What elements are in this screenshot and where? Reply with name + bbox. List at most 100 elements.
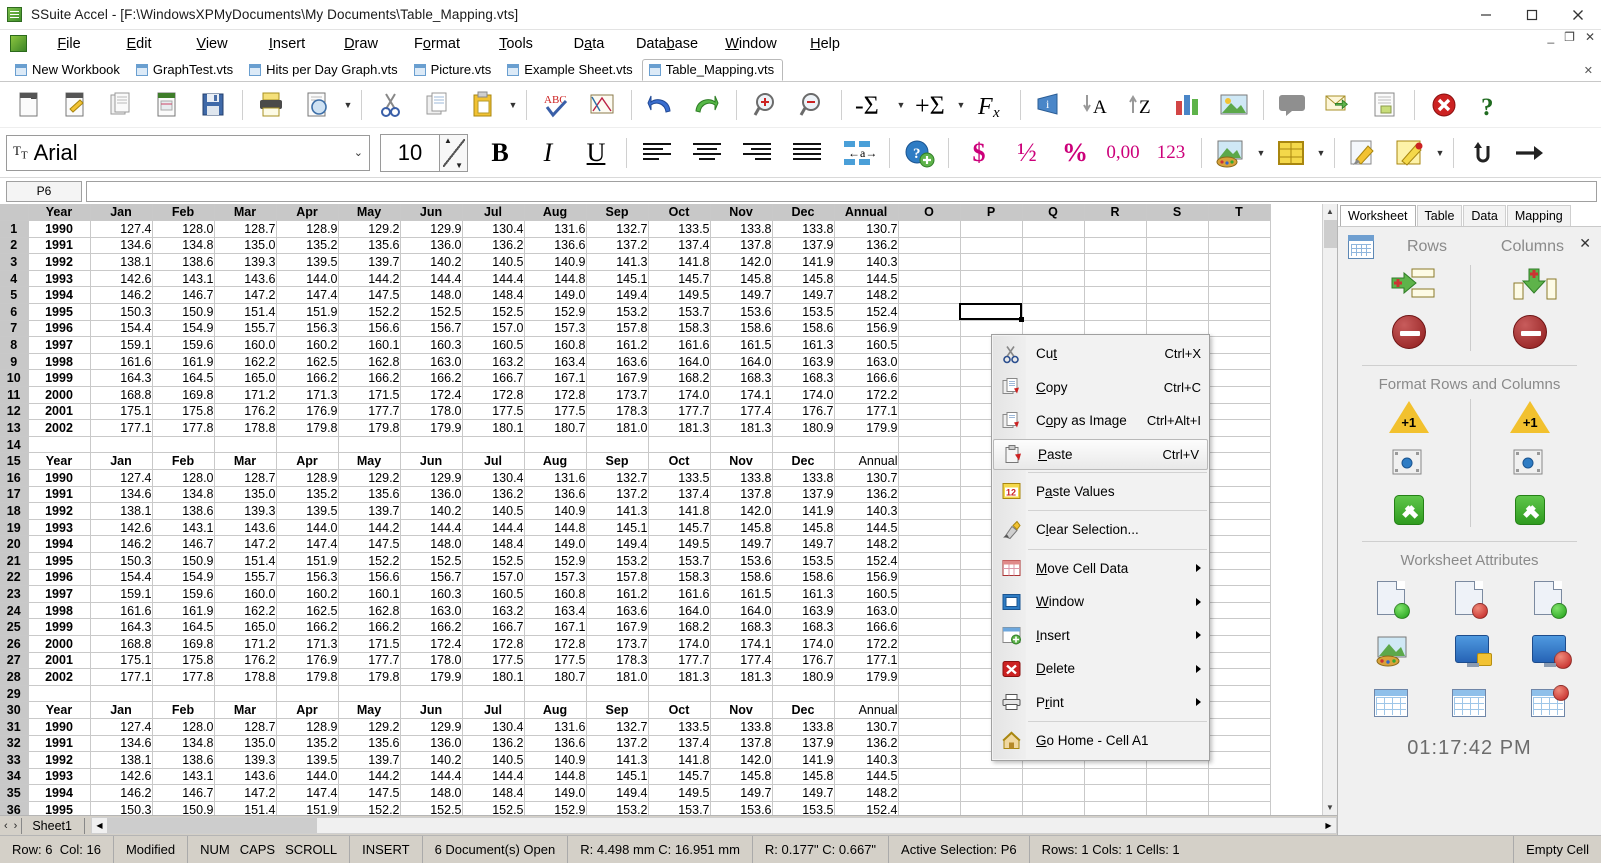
grid-cell-month[interactable]: 144.4 [400,270,463,288]
grid-cell-empty[interactable] [1208,353,1271,371]
grid-cell-month[interactable]: 147.4 [276,784,339,802]
grid-cell-month[interactable]: 133.8 [710,220,773,238]
column-header-oct[interactable]: Oct [648,204,711,222]
fill-color-dropdown-icon[interactable]: ▼ [1254,132,1268,174]
grid-cell-header[interactable]: Jun [400,452,463,470]
row-header-30[interactable]: 30 [0,701,29,719]
grid-cell-month[interactable]: 171.3 [276,635,339,653]
grid-cell-month[interactable]: 138.1 [90,751,153,769]
row-header-4[interactable]: 4 [0,270,29,288]
grid-cell-month[interactable]: 166.2 [338,618,401,636]
grid-cell-month[interactable]: 141.9 [772,751,835,769]
grid-cell-month[interactable]: 172.8 [462,635,525,653]
grid-cell-month[interactable]: 181.3 [710,419,773,437]
grid-cell-month[interactable]: 135.2 [276,735,339,753]
grid-cell-month[interactable]: 154.9 [152,569,215,587]
grid-cell-month[interactable]: 139.3 [214,751,277,769]
grid-cell-month[interactable]: 156.6 [338,320,401,338]
grid-cell-month[interactable]: 181.3 [648,419,711,437]
grid-cell-month[interactable]: 132.7 [586,718,649,736]
grid-cell-month[interactable]: 179.8 [338,668,401,686]
grid-cell-header[interactable]: Jul [462,452,525,470]
grid-cell-empty[interactable] [1084,220,1147,238]
grid-cell-month[interactable]: 180.7 [524,668,587,686]
grid-cell-month[interactable]: 131.6 [524,220,587,238]
grid-cell-month[interactable]: 129.2 [338,718,401,736]
grid-cell-empty[interactable] [960,768,1023,786]
row-header-21[interactable]: 21 [0,552,29,570]
grid-cell-empty[interactable] [898,652,961,670]
grid-cell-year[interactable]: 1991 [28,735,91,753]
row-header-28[interactable]: 28 [0,668,29,686]
grid-cell-empty[interactable] [898,353,961,371]
grid-cell-month[interactable]: 134.6 [90,237,153,255]
grid-cell-month[interactable]: 148.0 [400,784,463,802]
column-header-year[interactable]: Year [28,204,91,222]
grid-cell-month[interactable]: 162.2 [214,353,277,371]
grid-cell-month[interactable]: 152.2 [338,801,401,815]
grid-cell-month[interactable]: 142.6 [90,768,153,786]
grid-cell-month[interactable]: 152.5 [462,552,525,570]
grid-cell-empty[interactable] [898,220,961,238]
grid-cell-year[interactable]: 2002 [28,419,91,437]
column-apply-icon[interactable] [1515,495,1546,525]
grid-cell-month[interactable]: 139.5 [276,502,339,520]
grid-cell-month[interactable]: 144.2 [338,768,401,786]
column-header-o[interactable]: O [898,204,961,222]
row-header-19[interactable]: 19 [0,519,29,537]
grid-cell-month[interactable]: 171.2 [214,386,277,404]
grid-cell-month[interactable]: 142.0 [710,751,773,769]
grid-cell-empty[interactable] [90,436,153,454]
grid-cell-month[interactable]: 142.6 [90,519,153,537]
grid-cell-annual[interactable]: 163.0 [834,602,899,620]
grid-cell-month[interactable]: 138.1 [90,502,153,520]
delete-table-icon[interactable] [1530,685,1569,717]
grid-cell-month[interactable]: 168.8 [90,386,153,404]
row-header-15[interactable]: 15 [0,452,29,470]
grid-cell-empty[interactable] [1208,602,1271,620]
grid-cell-annual[interactable]: 156.9 [834,569,899,587]
grid-cell-empty[interactable] [1022,220,1085,238]
grid-cell-month[interactable]: 180.7 [524,419,587,437]
row-header-33[interactable]: 33 [0,751,29,769]
grid-cell-month[interactable]: 144.4 [462,768,525,786]
grid-cell-empty[interactable] [152,436,215,454]
menu-window[interactable]: Window [710,33,792,55]
grid-cell-month[interactable]: 151.9 [276,303,339,321]
add-sheet-icon[interactable] [1533,581,1567,619]
grid-cell-header[interactable]: Oct [648,701,711,719]
align-left-icon[interactable] [633,131,683,175]
grid-cell-annual[interactable]: 148.2 [834,286,899,305]
grid-cell-month[interactable]: 133.8 [710,469,773,487]
grid-cell-empty[interactable] [1146,303,1209,321]
grid-cell-month[interactable]: 165.0 [214,369,277,388]
row-header-31[interactable]: 31 [0,718,29,736]
font-name-combo[interactable]: TT Arial ⌄ [6,134,370,171]
grid-cell-empty[interactable] [898,303,961,321]
grid-cell-month[interactable]: 161.9 [152,602,215,620]
grid-cell-annual[interactable]: 130.7 [834,469,899,487]
inner-close-button[interactable]: ✕ [1585,31,1595,43]
grid-cell-empty[interactable] [1022,237,1085,255]
grid-cell-empty[interactable] [898,768,961,786]
go-arrow-icon[interactable] [1506,132,1552,174]
grid-cell-empty[interactable] [1208,369,1271,388]
chevron-down-icon[interactable]: ⌄ [354,146,363,159]
comment-icon[interactable] [1270,84,1316,126]
maximize-button[interactable] [1509,0,1555,30]
format-painter-icon[interactable] [1341,132,1387,174]
grid-cell-annual[interactable]: 136.2 [834,735,899,753]
grid-cell-annual[interactable]: 179.9 [834,668,899,686]
grid-cell-year[interactable]: 1990 [28,718,91,736]
grid-cell-annual[interactable]: 152.4 [834,303,899,321]
grid-cell-month[interactable]: 128.9 [276,718,339,736]
grid-cell-month[interactable]: 150.9 [152,801,215,815]
grid-cell-month[interactable]: 163.6 [586,602,649,620]
grid-cell-month[interactable]: 174.0 [772,386,835,404]
grid-cell-month[interactable]: 149.0 [524,784,587,802]
grid-cell-month[interactable]: 131.6 [524,718,587,736]
grid-cell-month[interactable]: 177.5 [524,652,587,670]
cut-icon[interactable] [368,84,414,126]
grid-cell-month[interactable]: 150.3 [90,801,153,815]
column-settings-icon[interactable] [1511,447,1549,481]
